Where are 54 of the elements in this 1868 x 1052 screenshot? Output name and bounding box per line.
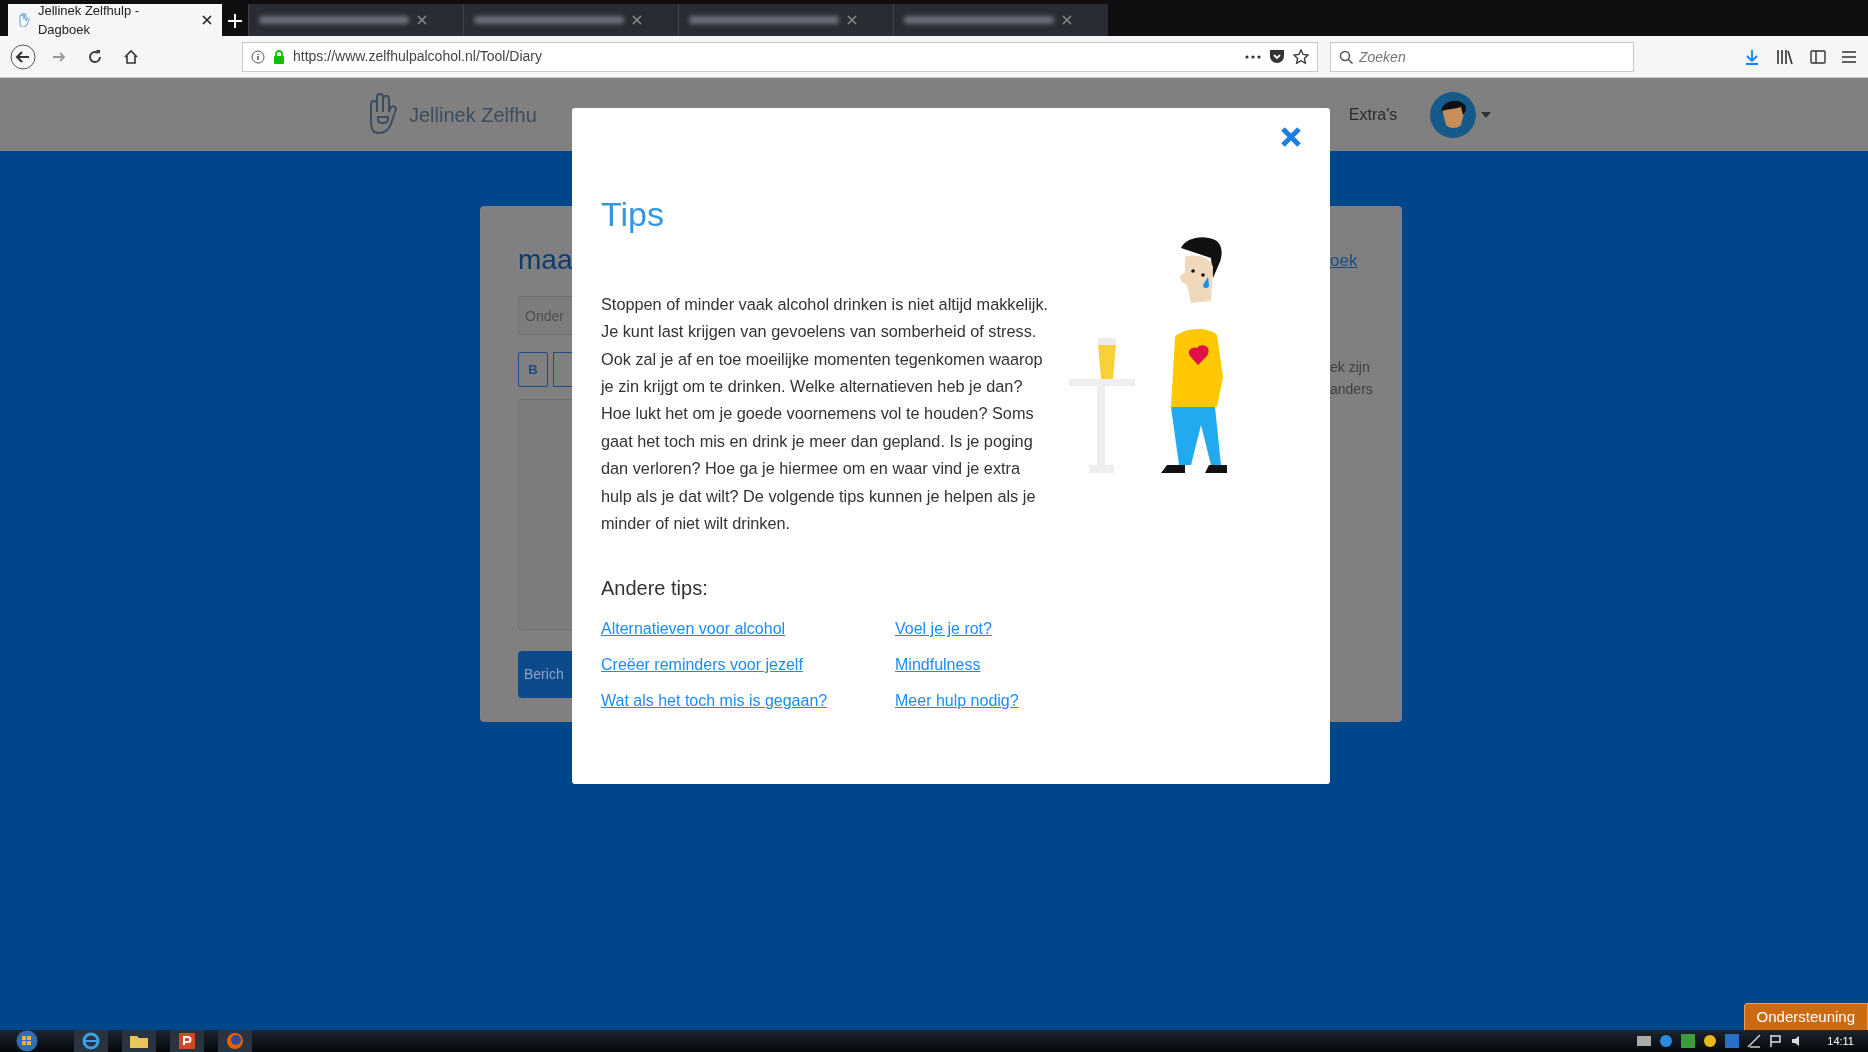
caret-icon[interactable] bbox=[1481, 111, 1492, 118]
info-icon bbox=[251, 49, 265, 64]
plus-icon bbox=[228, 14, 242, 28]
back-button[interactable] bbox=[8, 41, 38, 72]
download-icon[interactable] bbox=[1744, 48, 1760, 65]
star-icon[interactable] bbox=[1293, 48, 1309, 65]
tray-app-icon[interactable] bbox=[1659, 1034, 1674, 1048]
presentation-taskbar-icon[interactable] bbox=[170, 1030, 204, 1052]
pocket-icon[interactable] bbox=[1269, 49, 1285, 64]
arrow-left-icon bbox=[10, 43, 36, 70]
nav-link[interactable]: Extra's bbox=[1348, 102, 1398, 127]
reload-icon bbox=[87, 48, 103, 65]
bold-button[interactable]: B bbox=[518, 352, 548, 387]
home-icon bbox=[123, 48, 139, 65]
tip-link[interactable]: Voel je je rot? bbox=[895, 617, 992, 642]
side-text: anders bbox=[1330, 379, 1373, 399]
dialog-title: Tips bbox=[601, 194, 664, 235]
tip-link[interactable]: Meer hulp nodig? bbox=[895, 689, 1019, 714]
site-logo-text[interactable]: Jellinek Zelfhu bbox=[409, 99, 537, 130]
side-link[interactable]: oek bbox=[1330, 248, 1358, 274]
page-title: maa bbox=[518, 246, 573, 274]
close-button[interactable] bbox=[1280, 126, 1302, 148]
tip-link[interactable]: Mindfulness bbox=[895, 653, 981, 678]
flag-icon[interactable] bbox=[1769, 1034, 1784, 1048]
search-field[interactable]: Zoeken bbox=[1330, 41, 1634, 72]
browser-taskbar-icon[interactable] bbox=[218, 1030, 252, 1052]
library-icon[interactable] bbox=[1776, 48, 1794, 65]
tray-app-icon[interactable] bbox=[1703, 1034, 1718, 1048]
folder-taskbar-icon[interactable] bbox=[122, 1030, 156, 1052]
taskbar-clock[interactable]: 14:11 bbox=[1827, 1032, 1854, 1050]
more-icon[interactable] bbox=[1245, 54, 1261, 59]
browser-tab[interactable] bbox=[893, 4, 1108, 36]
tips-paragraph: Stoppen of minder vaak alcohol drinken is niet altijd makkelijk. Je kunt last krijgen van gevoelens van somberheid of stress. Ook zal je af en toe moeilijke momenten tegenkomen waarop je zin krijgt om te drinken. Welke alternatieven heb je dan? Hoe lukt het om je goede voornemens vol te houden? Soms gaat het toch mis en drink je meer dan gepland. Is je poging dan verloren? Hoe ga je hiermee om en waar vind je extra hulp als je dat wilt? De volgende tips kunnen je helpen als je minder of niet wilt drinken. bbox=[601, 293, 1049, 535]
close-icon[interactable] bbox=[202, 15, 212, 25]
tip-link[interactable]: Wat als het toch mis is gegaan? bbox=[601, 689, 828, 714]
url-text: https://www.zelfhulpalcohol.nl/Tool/Diary bbox=[293, 47, 543, 66]
avatar-icon[interactable] bbox=[1429, 90, 1478, 139]
address-field[interactable]: https://www.zelfhulpalcohol.nl/Tool/Diary bbox=[242, 41, 1318, 72]
browser-tab[interactable] bbox=[678, 4, 893, 36]
support-button[interactable]: Ondersteuning bbox=[1743, 1003, 1868, 1030]
hand-icon bbox=[18, 13, 30, 27]
sidebar-icon[interactable] bbox=[1810, 49, 1826, 64]
browser-taskbar-icon[interactable] bbox=[74, 1030, 108, 1052]
side-text: ek zijn bbox=[1330, 357, 1371, 377]
lock-icon bbox=[273, 49, 285, 64]
start-icon[interactable] bbox=[14, 1030, 40, 1052]
tip-link[interactable]: Alternatieven voor alcohol bbox=[601, 617, 786, 642]
search-icon bbox=[1339, 49, 1353, 64]
browser-tab[interactable]: Jellinek Zelfhulp - Dagboek bbox=[8, 4, 222, 36]
section-heading: Andere tips: bbox=[601, 576, 708, 602]
browser-tab[interactable] bbox=[463, 4, 678, 36]
tip-link[interactable]: Creëer reminders voor jezelf bbox=[601, 653, 803, 678]
submit-button[interactable]: Berich bbox=[518, 651, 572, 698]
menu-icon[interactable] bbox=[1842, 50, 1856, 63]
